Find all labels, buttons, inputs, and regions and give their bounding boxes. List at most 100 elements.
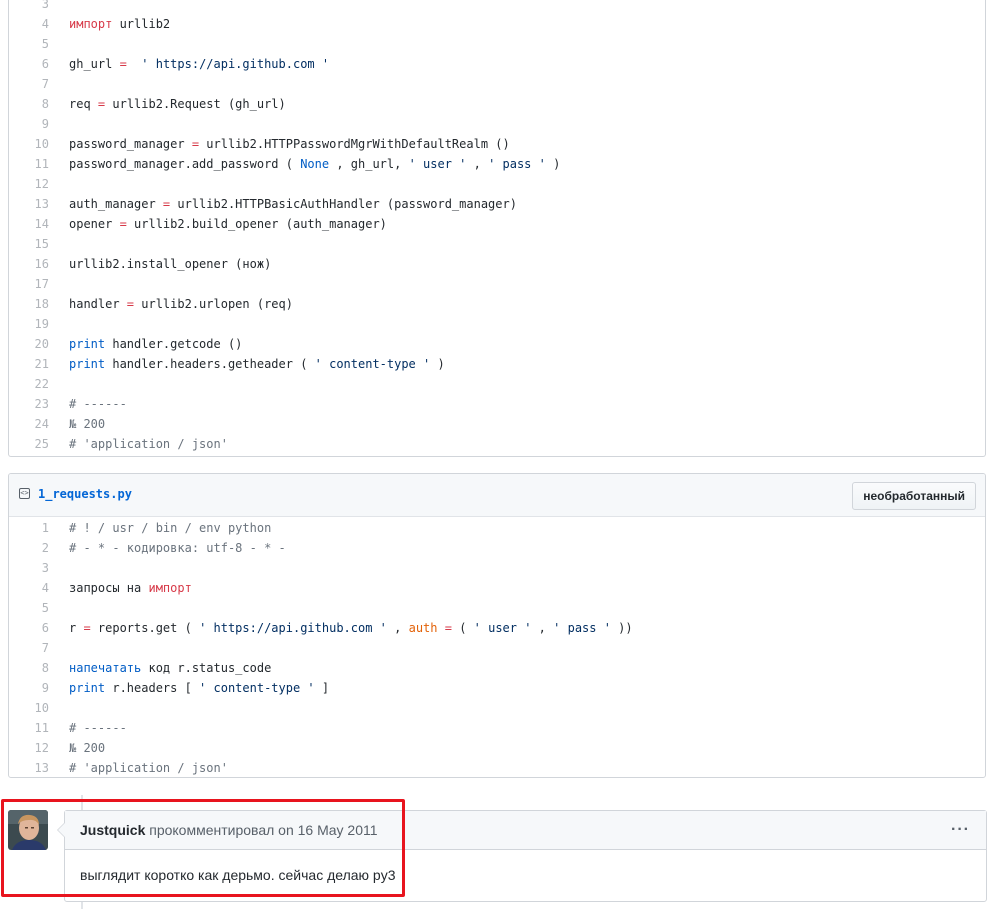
code-token: # 'application / json' (69, 761, 228, 775)
code-token: # 'application / json' (69, 437, 228, 451)
line-number[interactable]: 10 (9, 134, 49, 154)
code-token: reports.get ( (90, 621, 200, 635)
code-token: ' content-type ' (314, 357, 431, 371)
line-number[interactable]: 23 (9, 394, 49, 414)
line-number[interactable]: 24 (9, 414, 49, 434)
line-number[interactable]: 4 (9, 578, 49, 598)
code-token: print (69, 337, 106, 351)
code-line: 11 password_manager.add_password ( None ,… (9, 154, 985, 174)
line-number[interactable]: 21 (9, 354, 49, 374)
code-line: 9 print r.headers [ ' content-type ' ] (9, 678, 985, 698)
code-line: 5 (9, 34, 985, 54)
line-number[interactable]: 7 (9, 638, 49, 658)
line-number[interactable]: 5 (9, 34, 49, 54)
code-token: , (531, 621, 554, 635)
code-line: 5 (9, 598, 985, 618)
code-line: 12 № 200 (9, 738, 985, 758)
code-token: код r.status_code (141, 661, 272, 675)
line-number[interactable]: 14 (9, 214, 49, 234)
code-token: ' https://api.github.com ' (141, 57, 330, 71)
code-token: = (126, 297, 135, 311)
code-line: 6 r = reports.get ( ' https://api.github.… (9, 618, 985, 638)
kebab-menu-icon[interactable]: ··· (951, 811, 970, 849)
code-line: 22 (9, 374, 985, 394)
code-lines: 1 # ! / usr / bin / env python 2 # - * - ко… (9, 517, 985, 777)
code-line: 7 (9, 74, 985, 94)
code-token: = (83, 621, 91, 635)
code-token: № 200 (69, 417, 106, 431)
line-number[interactable]: 16 (9, 254, 49, 274)
code-token: handler (69, 297, 127, 311)
line-number[interactable]: 12 (9, 738, 49, 758)
line-number[interactable]: 11 (9, 154, 49, 174)
code-text: auth_manager = urllib2.HTTPBasicAuthHand… (69, 194, 517, 214)
code-token: ' user ' (408, 157, 467, 171)
code-line: 2 # - * - кодировка: utf-8 - * - (9, 538, 985, 558)
code-text: # ------ (69, 718, 127, 738)
code-token: urllib2.Request (gh_url) (105, 97, 286, 111)
code-text: № 200 (69, 738, 105, 758)
line-number[interactable]: 12 (9, 174, 49, 194)
code-token: handler.headers.getheader ( (105, 357, 315, 371)
line-number[interactable]: 20 (9, 334, 49, 354)
code-text: # - * - кодировка: utf-8 - * - (69, 538, 286, 558)
line-number[interactable]: 4 (9, 14, 49, 34)
line-number[interactable]: 25 (9, 434, 49, 454)
code-line: 11 # ------ (9, 718, 985, 738)
code-token: gh_url (69, 57, 120, 71)
code-line: 6 gh_url = ' https://api.github.com ' (9, 54, 985, 74)
line-number[interactable]: 15 (9, 234, 49, 254)
code-line: 8 напечатать код r.status_code (9, 658, 985, 678)
code-token: ' pass ' (553, 621, 611, 635)
code-token: # - * - кодировка: utf-8 - * - (69, 541, 286, 555)
code-token: запросы на (69, 581, 149, 595)
line-number[interactable]: 9 (9, 114, 49, 134)
line-number[interactable]: 3 (9, 558, 49, 578)
line-number[interactable]: 13 (9, 758, 49, 777)
code-token: None (300, 157, 330, 171)
line-number[interactable]: 2 (9, 538, 49, 558)
file-code-icon: <> (19, 488, 30, 499)
file-header: <> 1_requests.py необработанный (9, 474, 985, 517)
code-text: напечатать код r.status_code (69, 658, 271, 678)
code-line: 3 (9, 0, 985, 14)
code-token: urllib2.install_opener (нож) (69, 257, 272, 271)
line-number[interactable]: 3 (9, 0, 49, 14)
code-token: # ------ (69, 721, 127, 735)
file-name-link[interactable]: 1_requests.py (38, 487, 132, 501)
code-line: 12 (9, 174, 985, 194)
line-number[interactable]: 1 (9, 518, 49, 538)
line-number[interactable]: 5 (9, 598, 49, 618)
code-text: № 200 (69, 414, 105, 434)
line-number[interactable]: 22 (9, 374, 49, 394)
line-number[interactable]: 13 (9, 194, 49, 214)
line-number[interactable]: 11 (9, 718, 49, 738)
code-line: 7 (9, 638, 985, 658)
code-line: 4 запросы на импорт (9, 578, 985, 598)
line-number[interactable]: 8 (9, 94, 49, 114)
code-token: # ! / usr / bin / env python (69, 521, 272, 535)
code-line: 17 (9, 274, 985, 294)
code-token: ] (314, 681, 330, 695)
line-number[interactable]: 10 (9, 698, 49, 718)
code-token: ' user ' (473, 621, 532, 635)
line-number[interactable]: 6 (9, 54, 49, 74)
line-number[interactable]: 9 (9, 678, 49, 698)
line-number[interactable]: 17 (9, 274, 49, 294)
line-number[interactable]: 18 (9, 294, 49, 314)
line-number[interactable]: 8 (9, 658, 49, 678)
code-line: 21 print handler.headers.getheader ( ' co… (9, 354, 985, 374)
code-token: r (69, 621, 84, 635)
line-number[interactable]: 7 (9, 74, 49, 94)
code-file-urllib2: 3 4 импорт urllib2 5 6 gh_url = ' https://api… (8, 0, 986, 457)
line-number[interactable]: 6 (9, 618, 49, 638)
code-token: = (444, 621, 452, 635)
line-number[interactable]: 19 (9, 314, 49, 334)
code-line: 24 № 200 (9, 414, 985, 434)
code-token: = (191, 137, 200, 151)
code-text: запросы на импорт (69, 578, 192, 598)
code-token: ' https://api.github.com ' (199, 621, 387, 635)
code-text: password_manager = urllib2.HTTPPasswordM… (69, 134, 510, 154)
raw-button[interactable]: необработанный (852, 482, 976, 510)
